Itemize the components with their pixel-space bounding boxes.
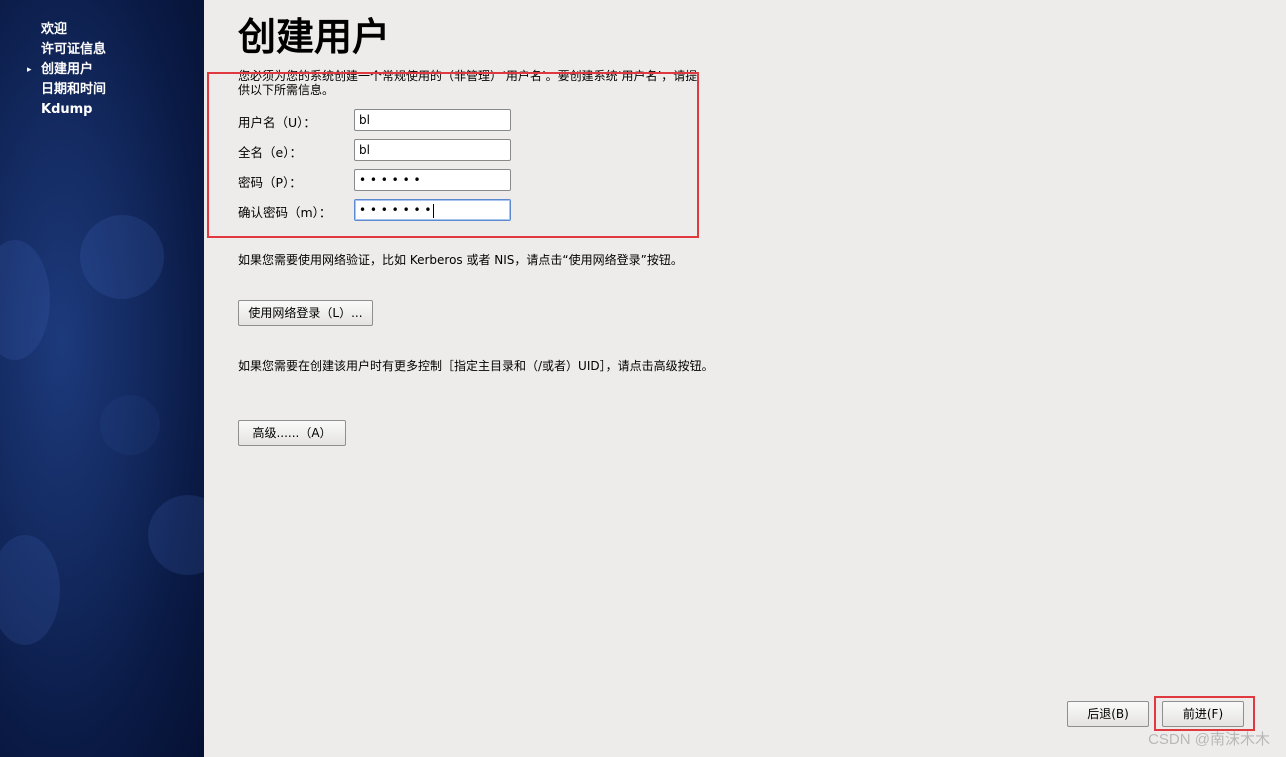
step-list: 欢迎 许可证信息 ▸ 创建用户 日期和时间 Kdump [27, 20, 107, 120]
step-date-time: 日期和时间 [41, 82, 107, 97]
advanced-button[interactable]: 高级......（A） [238, 420, 346, 446]
step-kdump: Kdump [41, 102, 93, 117]
decor-bubble [80, 215, 164, 299]
network-auth-text: 如果您需要使用网络验证，比如 Kerberos 或者 NIS，请点击“使用网络登… [238, 253, 683, 267]
step-welcome: 欢迎 [41, 22, 68, 37]
page-title: 创建用户 [238, 15, 391, 59]
watermark: CSDN @南沫木木 [1148, 731, 1270, 748]
decor-bubble [148, 495, 204, 575]
highlight-box-form [207, 72, 699, 238]
current-step-icon: ▸ [27, 65, 32, 75]
advanced-text: 如果您需要在创建该用户时有更多控制［指定主目录和（/或者）UID］，请点击高级按… [238, 359, 714, 373]
main-panel: 创建用户 您必须为您的系统创建一个常规使用的（非管理）‘用户名’。要创建系统‘用… [204, 0, 1286, 757]
step-license: 许可证信息 [41, 42, 107, 57]
sidebar: 欢迎 许可证信息 ▸ 创建用户 日期和时间 Kdump [0, 0, 204, 757]
decor-bubble [0, 240, 50, 360]
decor-bubble [100, 395, 160, 455]
step-create-user: ▸ 创建用户 [27, 60, 106, 80]
decor-bubble [0, 535, 60, 645]
back-button[interactable]: 后退(B) [1067, 701, 1149, 727]
network-login-button[interactable]: 使用网络登录（L）... [238, 300, 373, 326]
highlight-box-forward [1154, 696, 1255, 731]
